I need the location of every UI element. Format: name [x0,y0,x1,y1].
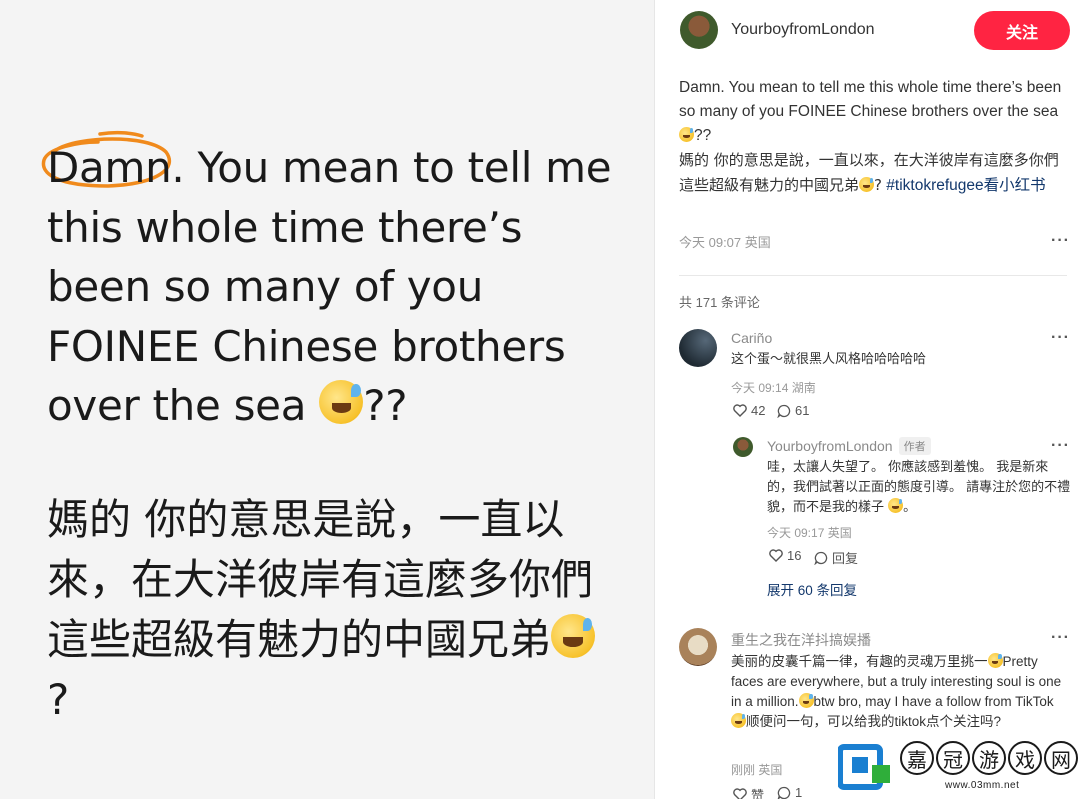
comment-text-zh: 美丽的皮囊千篇一律，有趣的灵魂万里挑一 [731,654,988,669]
comment-reply-button[interactable]: 61 [777,403,809,418]
reply-author-name: YourboyfromLondon [767,438,893,454]
grinning-sweat-emoji-icon [551,614,596,658]
reply-text: 哇，太讓人失望了。 你應該感到羞愧。 我是新來的，我們試著以正面的態度引導。 請… [767,458,1072,518]
site-watermark: 嘉 冠 游 戏 网 www.03mm.net [835,735,1083,799]
pig-emoji-icon [987,653,1003,668]
image-chinese-text: 媽的 你的意思是說，一直以來，在大洋彼岸有這麼多你們這些超級有魅力的中國兄弟? [47,490,617,730]
post-body: Damn. You mean to tell me this whole tim… [679,76,1071,198]
image-english-text: Damn. You mean to tell me this whole tim… [47,138,637,436]
divider [679,275,1067,276]
laughing-emoji-icon [888,498,904,513]
follow-button[interactable]: 关注 [974,11,1070,50]
pig-emoji-icon [731,713,746,728]
note-detail-panel: YourboyfromLondon 关注 Damn. You mean to t… [656,0,1083,799]
post-more-icon[interactable]: ··· [1051,232,1070,250]
chat-bubble-icon [777,404,791,418]
post-image[interactable]: Damn. You mean to tell me this whole tim… [0,0,655,799]
image-chinese-body: 媽的 你的意思是說，一直以來，在大洋彼岸有這麼多你們這些超級有魅力的中國兄弟 [47,495,594,664]
watermark-char: 游 [972,741,1006,775]
commenter-avatar[interactable] [679,329,717,367]
chat-bubble-icon [777,786,791,799]
reply-author[interactable]: YourboyfromLondon 作者 [767,437,931,455]
heart-icon [769,549,783,562]
author-name[interactable]: YourboyfromLondon [731,21,875,39]
reply-count: 61 [795,403,810,418]
like-count: 42 [751,403,766,418]
comment-more-icon[interactable]: ··· [1051,329,1070,347]
post-english-text: Damn. You mean to tell me this whole tim… [679,79,1062,120]
reply-text-body: 哇，太讓人失望了。 你應該感到羞愧。 我是新來的，我們試著以正面的態度引導。 請… [767,460,1071,515]
pig-emoji-icon [798,693,814,708]
watermark-char: 网 [1044,741,1078,775]
heart-icon [733,788,747,799]
comment-text-request: btw bro, may I have a follow from TikTok [813,694,1054,709]
reply-label: 回复 [832,551,859,566]
like-count: 16 [787,548,802,563]
post-chinese-tail: ? [874,176,882,194]
chat-bubble-icon [814,551,828,565]
reply-count: 1 [795,785,803,799]
comment-text-zh-request: 顺便问一句，可以给我的tiktok点个关注吗? [746,714,1002,729]
reply-author-avatar[interactable] [733,437,753,457]
reply-text-period: 。 [903,500,917,515]
watermark-char: 冠 [936,741,970,775]
grinning-sweat-emoji-icon [679,127,694,142]
comment-count: 共 171 条评论 [679,295,760,310]
comment-meta: 刚刚 英国 [731,763,783,777]
watermark-logo-icon [838,744,890,790]
comment-meta: 今天 09:14 湖南 [731,381,816,395]
comment-author[interactable]: Cariño [731,330,772,346]
watermark-text: 嘉 冠 游 戏 网 [900,741,1078,775]
author-tag: 作者 [898,437,931,455]
watermark-char: 戏 [1008,741,1042,775]
comment-like-button[interactable]: 42 [733,403,765,418]
comment-reply-button[interactable]: 1 [777,785,802,799]
image-english-tail: ?? [363,381,408,430]
watermark-url: www.03mm.net [945,780,1020,791]
reply-more-icon[interactable]: ··· [1051,437,1070,455]
image-chinese-tail: ? [47,675,70,724]
like-count: 赞 [751,788,765,799]
reply-reply-button[interactable]: 回复 [814,548,858,567]
comment-text: 这个蛋～就很黑人风格哈哈哈哈哈 [731,352,927,367]
watermark-char: 嘉 [900,741,934,775]
comment-like-button[interactable]: 赞 [733,785,764,799]
comment-text: 美丽的皮囊千篇一律，有趣的灵魂万里挑一 Pretty faces are ever… [731,652,1071,732]
author-header: YourboyfromLondon 关注 [656,0,1083,62]
expand-replies-link[interactable]: 展开 60 条回复 [767,579,857,599]
heart-icon [733,404,747,417]
hashtag-link[interactable]: #tiktokrefugee看小红书 [886,177,1045,194]
comment-more-icon[interactable]: ··· [1051,629,1070,647]
author-avatar[interactable] [680,11,718,49]
post-timestamp: 今天 09:07 英国 [679,235,771,250]
post-english-tail: ?? [694,127,712,144]
grinning-sweat-emoji-icon [859,177,875,192]
comment-author[interactable]: 重生之我在洋抖搞娱播 [731,630,871,650]
grinning-sweat-emoji-icon [319,380,364,424]
reply-meta: 今天 09:17 英国 [767,526,852,540]
reply-like-button[interactable]: 16 [769,548,801,563]
commenter-avatar[interactable] [679,628,717,666]
